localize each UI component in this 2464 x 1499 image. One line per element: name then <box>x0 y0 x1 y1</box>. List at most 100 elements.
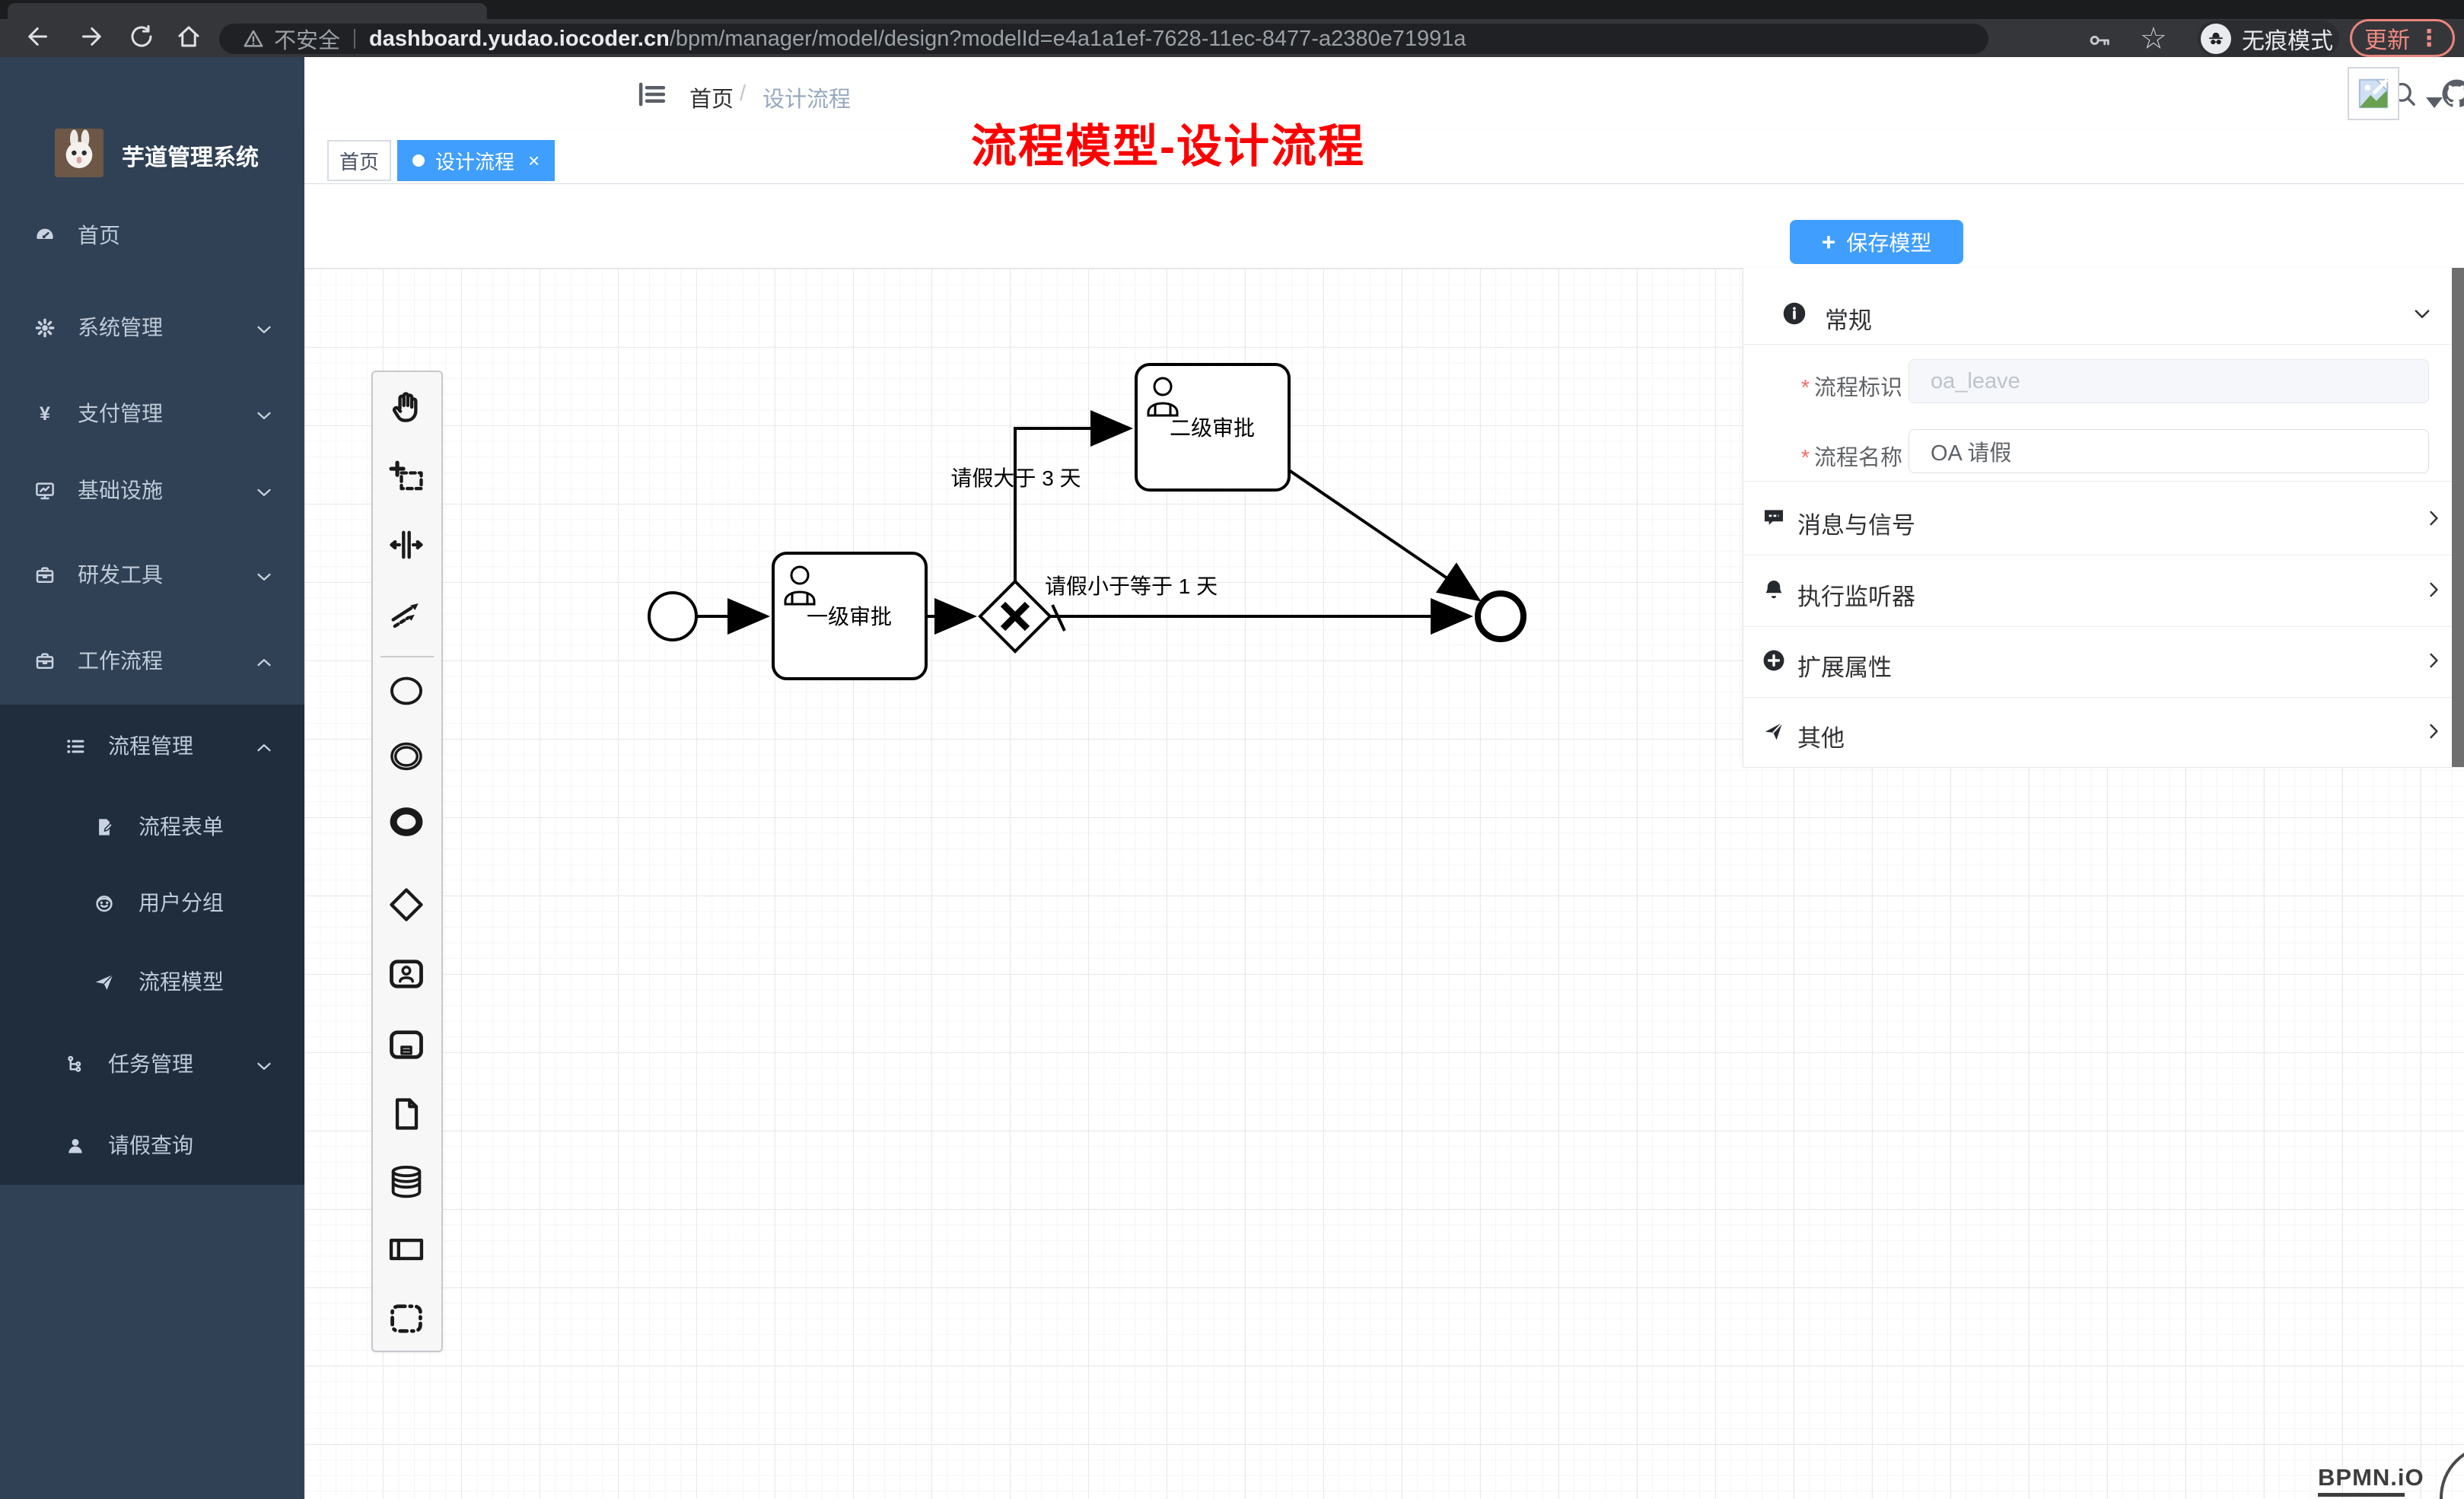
flow-gateway-to-task2[interactable] <box>1015 428 1127 581</box>
browser-chrome: 不安全 dashboard.yudao.iocoder.cn/bpm/manag… <box>0 0 2464 57</box>
flow-task2-to-end[interactable] <box>1289 470 1476 598</box>
sidebar-item-label: 首页 <box>78 224 120 247</box>
required-asterisk: * <box>1801 376 1810 400</box>
chevron-right-icon <box>2423 579 2444 600</box>
bell-icon <box>1761 577 1787 603</box>
breadcrumb-current: 设计流程 <box>762 81 851 113</box>
url-path: /bpm/manager/model/design?modelId=e4a1a1… <box>670 27 1466 52</box>
not-secure-label: 不安全 <box>274 23 340 55</box>
browser-forward-icon[interactable] <box>78 23 105 50</box>
sidebar-item-label: 流程模型 <box>138 971 224 994</box>
dashboard-icon <box>33 224 56 247</box>
chevron-down-icon <box>253 481 275 504</box>
plus-circle-icon <box>1761 648 1787 673</box>
plus-icon: + <box>1822 228 1836 256</box>
flow-label-le1[interactable]: 请假小于等于 1 天 <box>1045 574 1218 598</box>
sidebar-item-首页[interactable]: 首页 <box>0 193 304 278</box>
broken-image-icon <box>2356 76 2391 111</box>
section-label: 执行监听器 <box>1797 578 1915 612</box>
chevron-down-icon <box>253 404 275 427</box>
section-扩展属性[interactable]: 扩展属性 <box>1743 626 2452 696</box>
sidebar-item-label: 基础设施 <box>78 479 163 502</box>
user-task-2[interactable]: 二级审批 <box>1136 364 1289 490</box>
user-task-1[interactable]: 一级审批 <box>773 553 926 679</box>
sidebar-item-用户分组[interactable]: 用户分组 <box>0 861 304 946</box>
end-event[interactable] <box>1478 594 1523 639</box>
sidebar-item-系统管理[interactable]: 系统管理 <box>0 285 304 371</box>
sidebar-item-任务管理[interactable]: 任务管理 <box>0 1022 304 1107</box>
tab-close-icon[interactable]: × <box>528 149 540 173</box>
task1-label: 一级审批 <box>807 605 892 629</box>
breadcrumb-home[interactable]: 首页 <box>689 81 734 113</box>
hamburger-icon[interactable] <box>636 78 668 110</box>
sidebar-item-请假查询[interactable]: 请假查询 <box>0 1103 304 1189</box>
exclusive-gateway[interactable] <box>980 581 1050 651</box>
update-button[interactable]: 更新 ⋮ <box>2350 19 2455 57</box>
sidebar-item-支付管理[interactable]: ¥ 支付管理 <box>0 371 304 457</box>
chevron-right-icon <box>2423 650 2444 671</box>
logo-image[interactable] <box>55 129 103 177</box>
section-label: 扩展属性 <box>1797 648 1892 683</box>
sidebar-item-工作流程[interactable]: 工作流程 <box>0 619 304 704</box>
tab-首页[interactable]: 首页 <box>327 140 391 181</box>
panel-scrollbar[interactable] <box>2452 268 2464 767</box>
sidebar-item-label: 系统管理 <box>78 317 163 339</box>
star-icon[interactable]: ☆ <box>2140 21 2167 56</box>
key-icon[interactable] <box>2087 27 2112 53</box>
person-icon <box>64 1135 87 1157</box>
flow-label-gt3[interactable]: 请假大于 3 天 <box>950 466 1081 490</box>
section-其他[interactable]: 其他 <box>1743 697 2452 767</box>
sidebar-item-label: 支付管理 <box>78 403 163 425</box>
browser-menu-icon[interactable]: ⋮ <box>2418 25 2440 52</box>
browser-reload-icon[interactable] <box>128 23 155 50</box>
breadcrumb-separator: / <box>740 81 746 107</box>
chevron-down-icon <box>253 318 275 341</box>
sidebar-item-流程表单[interactable]: 流程表单 <box>0 785 304 870</box>
browser-tab[interactable] <box>8 3 487 19</box>
sidebar-item-label: 流程表单 <box>138 816 224 839</box>
browser-back-icon[interactable] <box>24 23 52 50</box>
section-消息与信号[interactable]: 消息与信号 <box>1743 484 2452 554</box>
general-title: 常规 <box>1825 301 1872 336</box>
sidebar-item-基础设施[interactable]: 基础设施 <box>0 448 304 533</box>
chevron-down-icon[interactable] <box>2411 303 2434 326</box>
update-label: 更新 <box>2364 21 2410 55</box>
gear-icon <box>33 317 56 339</box>
browser-address-bar[interactable]: 不安全 dashboard.yudao.iocoder.cn/bpm/manag… <box>219 24 1988 54</box>
avatar[interactable] <box>2348 67 2399 120</box>
save-model-button[interactable]: + 保存模型 <box>1790 220 1963 264</box>
github-icon[interactable] <box>2440 77 2464 110</box>
sidebar-item-label: 工作流程 <box>78 650 163 673</box>
tab-设计流程[interactable]: 设计流程 × <box>397 140 555 181</box>
field-label-流程名称: *流程名称 <box>1765 440 1902 472</box>
incognito-badge: 无痕模式 <box>2198 21 2339 56</box>
section-执行监听器[interactable]: 执行监听器 <box>1743 555 2452 625</box>
sidebar-item-label: 研发工具 <box>78 564 163 587</box>
designer-toolbar: 打开文件下载文件预览模拟 100% <box>304 184 2464 268</box>
browser-home-icon[interactable] <box>175 23 202 50</box>
url-host: dashboard.yudao.iocoder.cn <box>369 27 670 52</box>
sidebar-item-label: 任务管理 <box>108 1053 193 1076</box>
app-title: 芋道管理系统 <box>122 138 297 172</box>
toolbox-icon <box>33 564 56 587</box>
yen-icon: ¥ <box>33 403 56 425</box>
field-label-流程标识: *流程标识 <box>1765 370 1902 402</box>
required-asterisk: * <box>1801 446 1810 470</box>
sidebar-item-研发工具[interactable]: 研发工具 <box>0 533 304 618</box>
monitor-icon <box>33 479 56 502</box>
sidebar: 芋道管理系统 首页系统管理 ¥ 支付管理基础设施研发工具工作流程流程管理流程表单用户… <box>0 57 304 1499</box>
input-流程名称[interactable]: OA 请假 <box>1908 429 2429 473</box>
start-event[interactable] <box>649 593 696 640</box>
sidebar-item-label: 用户分组 <box>138 892 224 915</box>
bpmn-io-watermark[interactable]: BPMN.iO <box>2318 1464 2424 1491</box>
comment-icon <box>1761 505 1787 531</box>
caret-down-icon[interactable] <box>2426 97 2443 116</box>
incognito-label: 无痕模式 <box>2242 22 2333 56</box>
form-icon <box>93 816 116 839</box>
sidebar-item-流程管理[interactable]: 流程管理 <box>0 704 304 789</box>
input-value: OA 请假 <box>1931 435 2011 467</box>
sidebar-item-流程模型[interactable]: 流程模型 <box>0 940 304 1025</box>
tab-active-dot <box>412 154 425 167</box>
input-流程标识[interactable]: oa_leave <box>1908 359 2429 403</box>
tab-label: 设计流程 <box>435 147 514 175</box>
